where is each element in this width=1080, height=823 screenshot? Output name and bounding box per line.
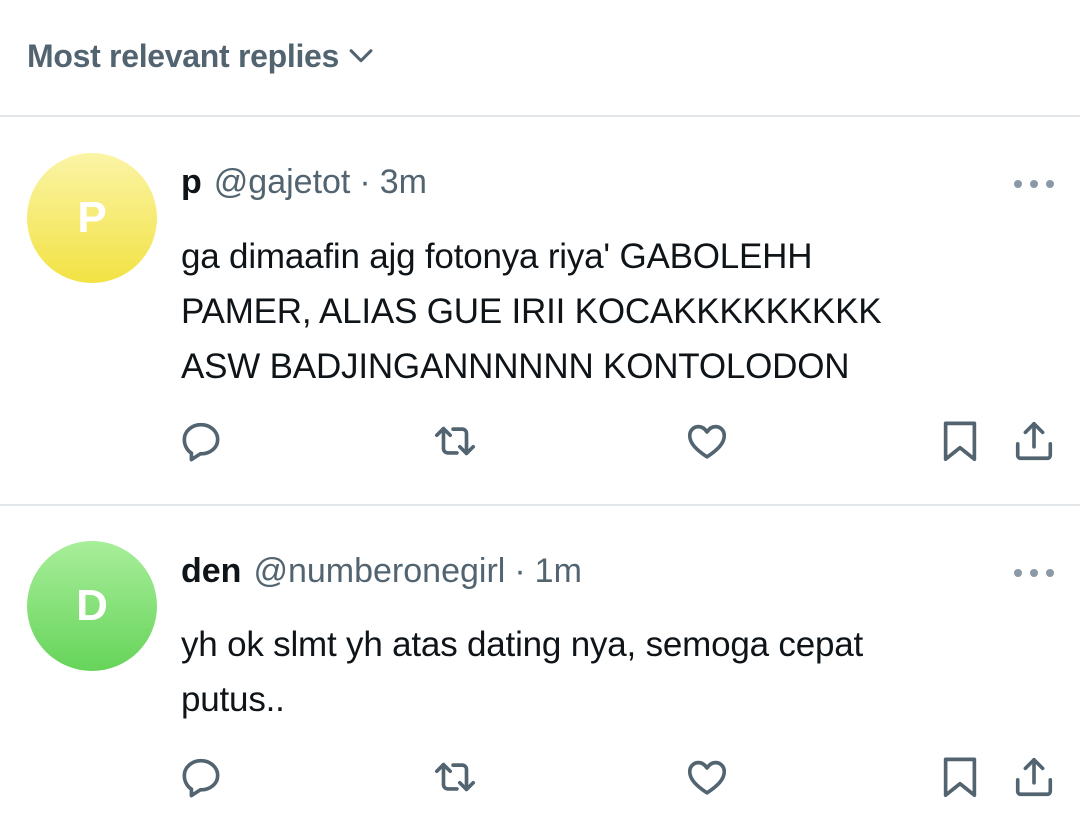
meta-separator: · [359,163,371,201]
like-icon [687,424,727,459]
more-options-button[interactable] [1014,172,1054,196]
reply-timestamp[interactable]: 1m [535,552,582,591]
meta-separator: · [514,552,526,590]
author-handle[interactable]: @gajetot [214,163,351,202]
reply-item[interactable]: D den @numberonegirl · 1m yh ok slmt yh … [0,508,1080,823]
more-dot [1030,569,1038,577]
bookmark-button[interactable] [936,753,984,801]
share-button[interactable] [1010,417,1058,465]
more-dot [1014,180,1022,188]
chevron-down-icon [349,49,373,63]
reply-actions [0,745,1080,805]
bookmark-icon [943,757,977,798]
bookmark-button[interactable] [936,417,984,465]
retweet-icon [434,762,476,792]
reply-text: yh ok slmt yh atas dating nya, semoga ce… [181,625,864,719]
share-icon [1015,421,1053,461]
more-dot [1014,569,1022,577]
avatar[interactable]: P [27,153,157,283]
share-button[interactable] [1010,753,1058,801]
like-button[interactable] [683,417,731,465]
share-icon [1015,757,1053,797]
like-icon [687,760,727,795]
more-options-button[interactable] [1014,561,1054,585]
more-dot [1046,569,1054,577]
retweet-button[interactable] [431,417,479,465]
author-name[interactable]: p [181,163,202,202]
retweet-icon [434,426,476,456]
like-button[interactable] [683,753,731,801]
author-name[interactable]: den [181,552,241,591]
avatar-letter: P [77,193,107,242]
reply-item[interactable]: P p @gajetot · 3m ga dimaafin ajg fotony… [0,119,1080,506]
bookmark-icon [943,421,977,462]
reply-actions [0,409,1080,469]
sort-label: Most relevant replies [27,37,340,74]
reply-meta: p @gajetot · 3m [181,163,427,207]
reply-button[interactable] [177,417,225,465]
reply-text: ga dimaafin ajg fotonya riya' GABOLEHH P… [181,237,882,386]
avatar[interactable]: D [27,541,157,671]
retweet-button[interactable] [431,753,479,801]
reply-sort-header: Most relevant replies [0,0,1080,117]
sort-replies-button[interactable]: Most relevant replies [27,36,375,76]
avatar-letter: D [76,581,108,630]
reply-icon [182,758,220,798]
reply-icon [182,422,220,462]
reply-meta: den @numberonegirl · 1m [181,552,582,596]
more-dot [1030,180,1038,188]
more-dot [1046,180,1054,188]
reply-button[interactable] [177,753,225,801]
author-handle[interactable]: @numberonegirl [253,552,505,591]
reply-timestamp[interactable]: 3m [380,163,427,202]
